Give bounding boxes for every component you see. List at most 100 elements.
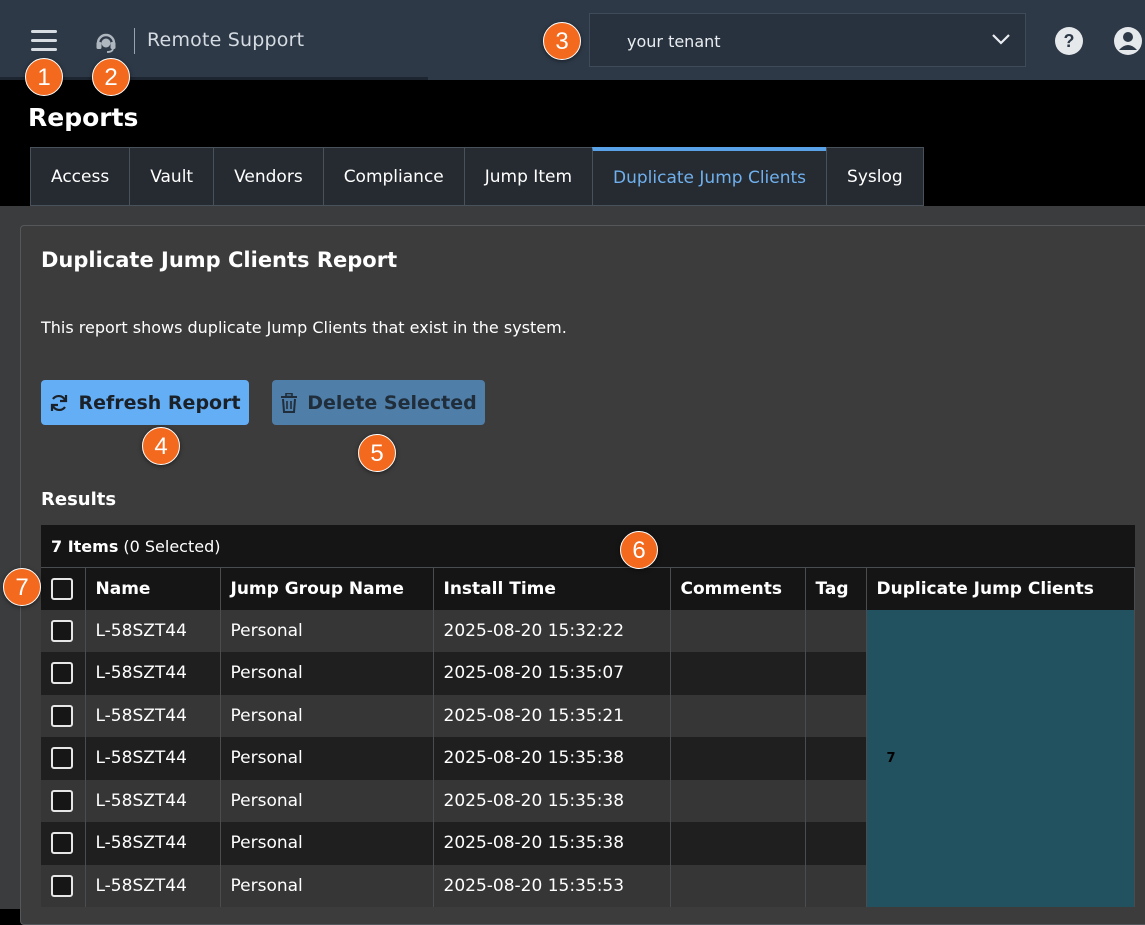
cell-jump-group: Personal [220,822,434,865]
select-all-cell [41,567,86,610]
tab-compliance[interactable]: Compliance [322,147,464,206]
cell-comments [670,652,806,695]
row-select-cell [41,609,86,652]
tenant-selector[interactable]: your tenant [589,13,1026,67]
cell-jump-group: Personal [220,694,434,737]
results-heading: Results [41,489,117,510]
cell-install-time: 2025-08-20 15:35:53 [433,864,671,907]
cell-comments [670,609,806,652]
refresh-report-label: Refresh Report [78,391,241,414]
tab-vault[interactable]: Vault [129,147,214,206]
row-checkbox[interactable] [51,704,73,727]
cell-name: L-58SZT44 [85,864,221,907]
column-header-name[interactable]: Name [85,567,221,610]
cell-name: L-58SZT44 [85,652,221,695]
cell-jump-group: Personal [220,652,434,695]
column-header-jump-group[interactable]: Jump Group Name [220,567,434,610]
cell-install-time: 2025-08-20 15:35:38 [433,737,671,780]
row-select-cell [41,822,86,865]
tenant-value: your tenant [627,32,721,51]
cell-install-time: 2025-08-20 15:32:22 [433,609,671,652]
cell-tag [805,822,867,865]
selection-summary: 7 Items (0 Selected) [41,525,1135,567]
tab-syslog[interactable]: Syslog [826,147,924,206]
headset-icon [96,33,116,53]
row-select-cell [41,864,86,907]
cell-jump-group: Personal [220,779,434,822]
cell-comments [670,822,806,865]
select-all-checkbox[interactable] [51,577,73,600]
callout-2: 2 [92,58,130,96]
callout-6: 6 [620,531,658,569]
row-checkbox[interactable] [51,747,73,770]
tab-access[interactable]: Access [30,147,130,206]
cell-comments [670,737,806,780]
cell-tag [805,779,867,822]
selected-count: (0 Selected) [123,536,221,556]
cell-tag [805,694,867,737]
callout-7: 7 [3,568,41,606]
refresh-report-button[interactable]: Refresh Report [41,380,249,425]
title-separator [134,28,135,54]
topbar-underline [0,77,428,80]
tab-jump-item[interactable]: Jump Item [463,147,593,206]
cell-name: L-58SZT44 [85,779,221,822]
row-select-cell [41,694,86,737]
cell-name: L-58SZT44 [85,609,221,652]
column-header-tag[interactable]: Tag [805,567,867,610]
cell-jump-group: Personal [220,609,434,652]
tab-vendors[interactable]: Vendors [213,147,323,206]
refresh-icon [51,394,68,411]
trash-icon [281,392,298,413]
cell-install-time: 2025-08-20 15:35:07 [433,652,671,695]
report-description: This report shows duplicate Jump Clients… [41,318,567,337]
cell-comments [670,864,806,907]
help-icon[interactable]: ? [1054,26,1084,56]
callout-4: 4 [142,427,180,465]
column-header-install-time[interactable]: Install Time [433,567,671,610]
table-row[interactable]: L-58SZT44 Personal 2025-08-20 15:32:22 7 [41,609,1135,907]
user-account-icon[interactable] [1113,26,1143,56]
items-count: 7 Items [51,536,119,556]
row-select-cell [41,779,86,822]
svg-text:?: ? [1064,31,1075,51]
row-checkbox[interactable] [51,832,73,855]
cell-comments [670,694,806,737]
cell-name: L-58SZT44 [85,694,221,737]
row-checkbox[interactable] [51,662,73,685]
cell-install-time: 2025-08-20 15:35:21 [433,694,671,737]
row-checkbox[interactable] [51,789,73,812]
hamburger-menu-icon[interactable] [31,30,57,52]
callout-3: 3 [543,22,581,60]
cell-duplicate-count: 7 [866,609,1135,907]
delete-selected-label: Delete Selected [307,391,477,414]
row-select-cell [41,652,86,695]
row-checkbox[interactable] [51,874,73,897]
chevron-down-icon [992,34,1010,45]
column-header-comments[interactable]: Comments [670,567,806,610]
cell-tag [805,652,867,695]
page-title: Reports [28,103,139,132]
delete-selected-button[interactable]: Delete Selected [272,380,485,425]
tab-duplicate-jump-clients[interactable]: Duplicate Jump Clients [592,147,827,206]
cell-jump-group: Personal [220,737,434,780]
row-checkbox[interactable] [51,619,73,642]
report-title: Duplicate Jump Clients Report [41,248,398,272]
callout-5: 5 [358,434,396,472]
cell-name: L-58SZT44 [85,822,221,865]
cell-install-time: 2025-08-20 15:35:38 [433,822,671,865]
column-header-duplicate-jump-clients[interactable]: Duplicate Jump Clients [866,567,1135,610]
report-tabs: Access Vault Vendors Compliance Jump Ite… [30,147,924,206]
table-header-row: Name Jump Group Name Install Time Commen… [41,567,1135,610]
cell-name: L-58SZT44 [85,737,221,780]
row-select-cell [41,737,86,780]
app-title: Remote Support [147,29,305,51]
cell-tag [805,609,867,652]
cell-tag [805,737,867,780]
cell-tag [805,864,867,907]
results-table: 7 Items (0 Selected) Name Jump Group Nam… [41,525,1135,907]
cell-jump-group: Personal [220,864,434,907]
cell-install-time: 2025-08-20 15:35:38 [433,779,671,822]
callout-1: 1 [25,58,63,96]
cell-comments [670,779,806,822]
